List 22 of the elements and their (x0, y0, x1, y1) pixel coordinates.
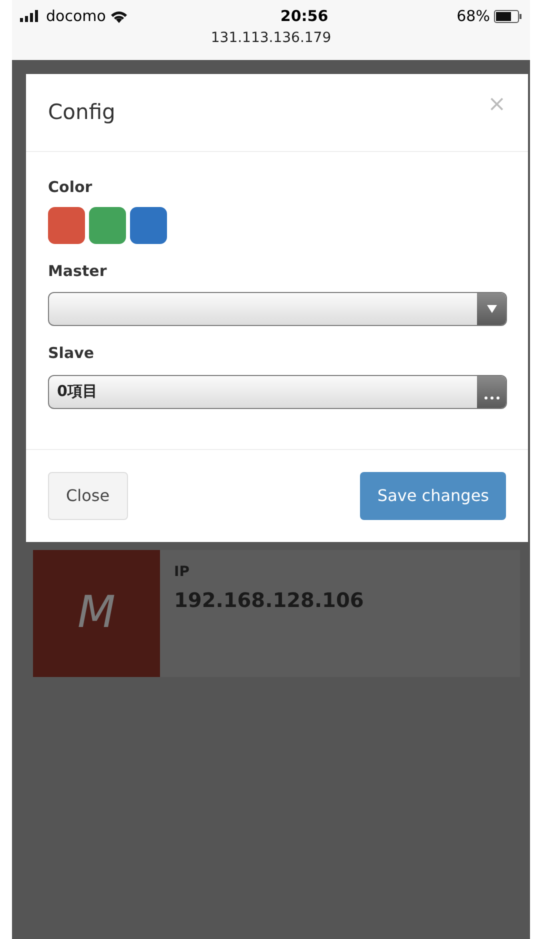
battery-icon (494, 10, 522, 22)
field-label: Color (48, 177, 94, 198)
dialog-title: Config (48, 98, 116, 126)
battery-percent: 68% (456, 6, 490, 27)
dropdown-field[interactable] (48, 292, 507, 326)
clock: 20:56 (280, 6, 328, 27)
multi-select-field[interactable]: 0項目 (48, 374, 507, 408)
url-text: 131.113.136.179 (210, 29, 332, 48)
caret-icon (486, 305, 496, 313)
more-icon (484, 396, 500, 400)
save-button[interactable]: Save changes (360, 472, 506, 520)
carrier-name: docomo (46, 6, 106, 27)
color-swatch[interactable] (89, 206, 126, 244)
field-label: Master (48, 260, 108, 282)
device-initial: M (78, 586, 116, 640)
ip-address: 192.168.128.106 (174, 586, 364, 614)
wifi-icon (110, 10, 128, 22)
ip-label: IP (174, 562, 190, 582)
color-swatch[interactable] (48, 206, 85, 244)
color-swatch[interactable] (130, 206, 167, 244)
close-button[interactable]: Close (48, 472, 128, 520)
field-label: Slave (48, 343, 96, 364)
